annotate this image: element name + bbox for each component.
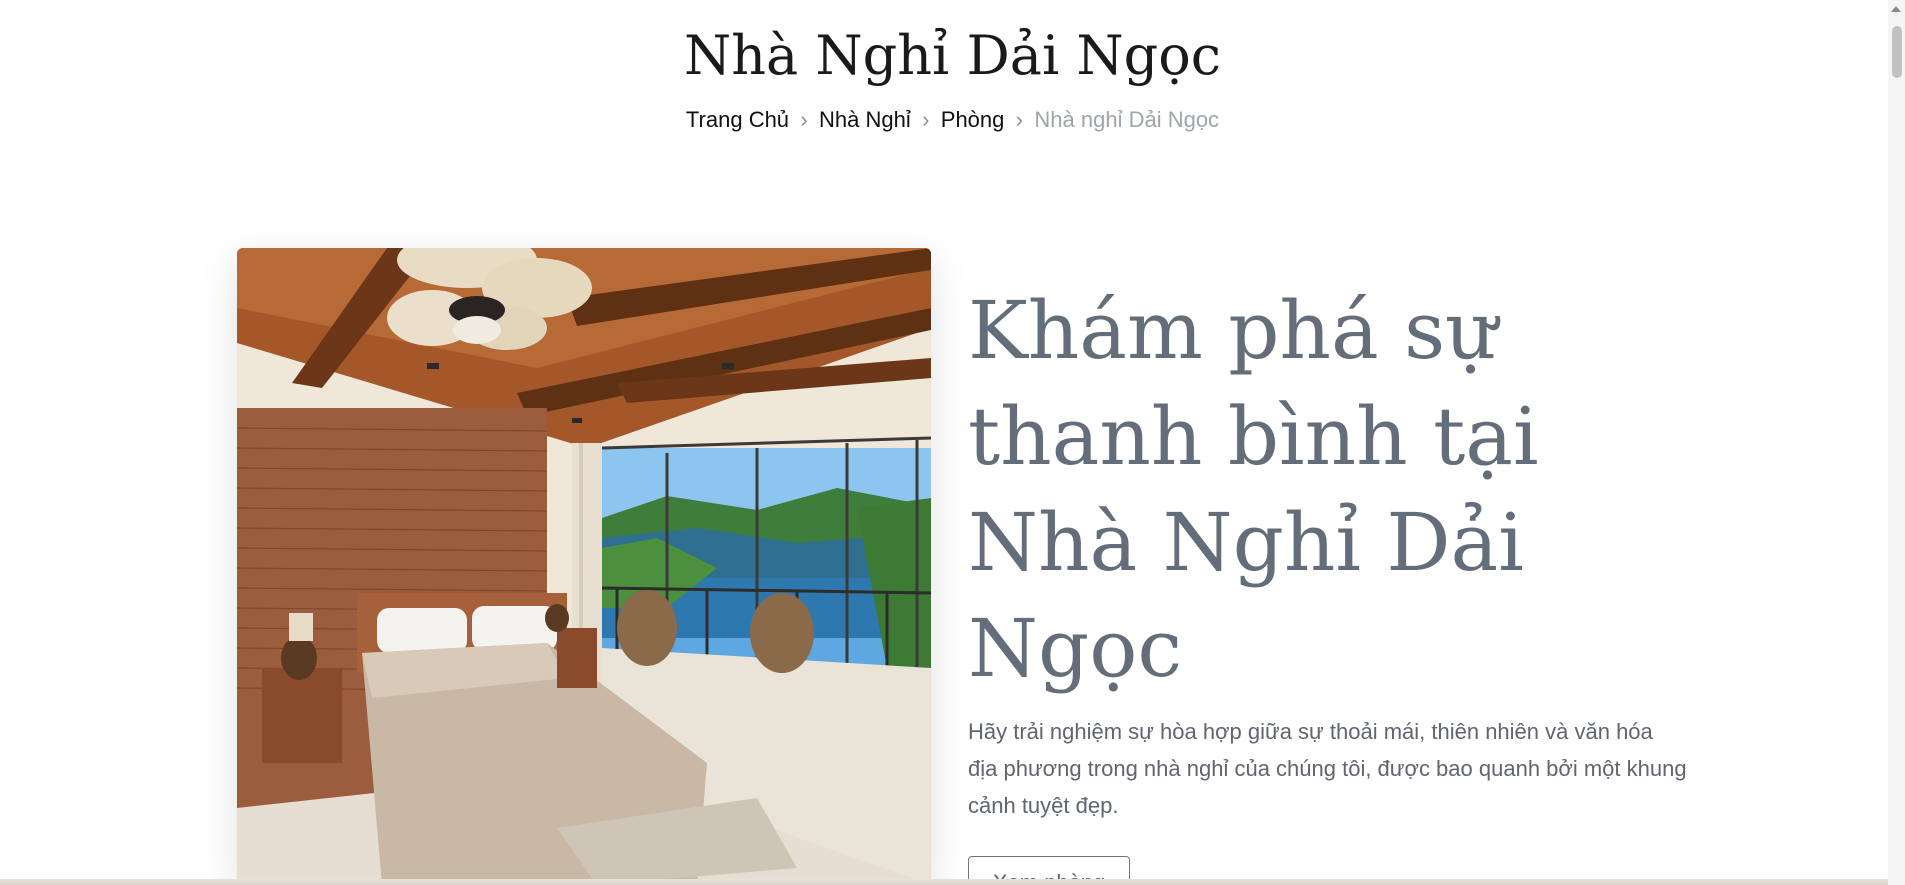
breadcrumb-item-current: Nhà nghỉ Dải Ngọc <box>1034 107 1220 132</box>
scrollbar-thumb[interactable] <box>1892 26 1902 78</box>
scroll-up-icon[interactable] <box>1891 6 1901 12</box>
footer-divider <box>0 879 1905 885</box>
page-scrollbar[interactable] <box>1888 0 1905 885</box>
breadcrumb-item-home[interactable]: Trang Chủ <box>686 106 789 134</box>
breadcrumb-item-rooms[interactable]: Phòng <box>941 106 1005 134</box>
hero-description: Hãy trải nghiệm sự hòa hợp giữa sự thoải… <box>968 719 1687 818</box>
chevron-right-icon: › <box>800 107 808 132</box>
room-photo <box>237 248 931 885</box>
chevron-right-icon: › <box>922 107 930 132</box>
chevron-right-icon: › <box>1015 107 1024 132</box>
hero-heading: Khám phá sự thanh bình tại Nhà Nghỉ Dải … <box>968 284 1539 695</box>
breadcrumb-item-guesthouses[interactable]: Nhà Nghỉ <box>819 106 911 134</box>
breadcrumb: Trang Chủ › Nhà Nghỉ › Phòng › Nhà nghỉ … <box>0 106 1905 134</box>
page-title: Nhà Nghỉ Dải Ngọc <box>684 24 1221 87</box>
